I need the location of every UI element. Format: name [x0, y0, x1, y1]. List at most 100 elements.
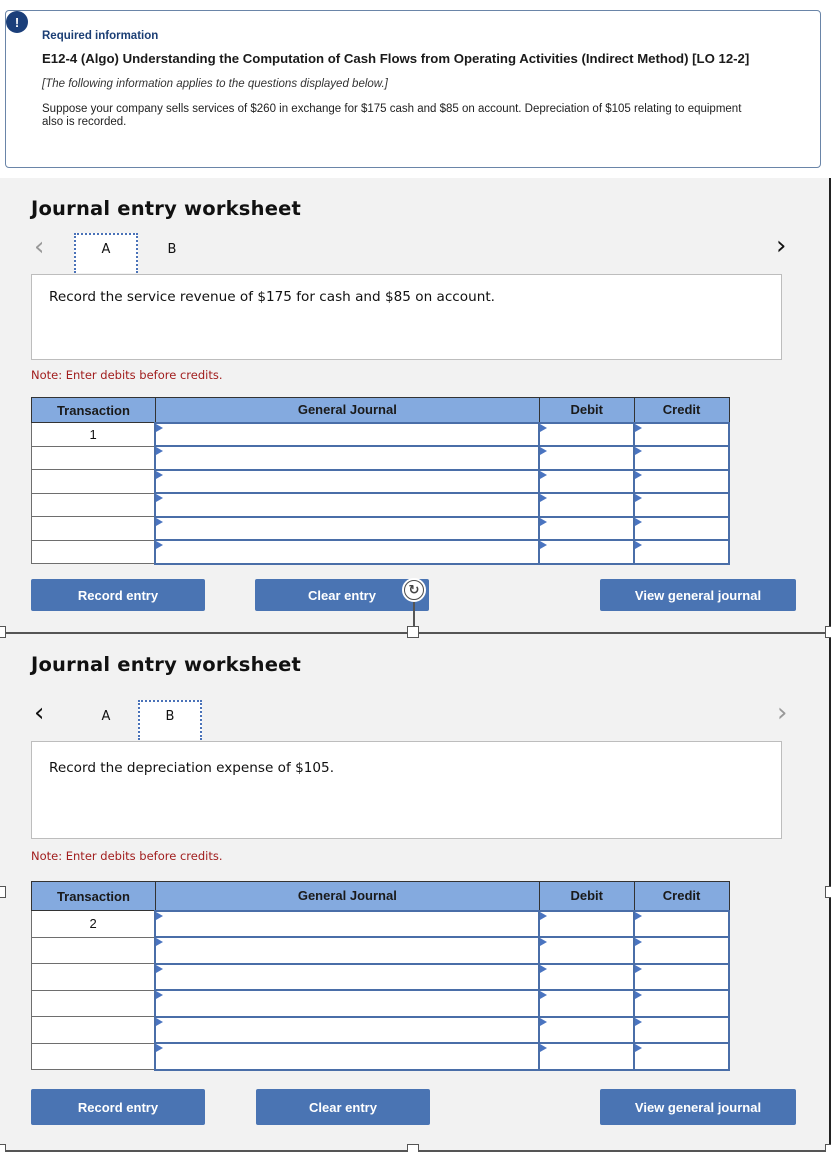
general-journal-input[interactable]: [154, 492, 541, 518]
transaction-cell: 2: [31, 910, 156, 938]
debit-input[interactable]: [538, 1015, 636, 1044]
credit-input[interactable]: [633, 539, 730, 565]
table-row: [31, 492, 730, 518]
general-journal-input[interactable]: [154, 1015, 541, 1044]
general-journal-input[interactable]: [154, 468, 541, 494]
general-journal-input[interactable]: [154, 539, 541, 565]
resize-handle-top-center[interactable]: [407, 626, 419, 638]
transaction-cell: [31, 936, 156, 964]
col-transaction: Transaction: [31, 397, 156, 423]
col-credit: Credit: [633, 881, 730, 911]
resize-handle-bottom-left[interactable]: [0, 1144, 6, 1152]
debit-input[interactable]: [538, 1042, 636, 1071]
general-journal-input[interactable]: [154, 989, 541, 1018]
resize-handle-bottom-center[interactable]: [407, 1144, 419, 1152]
debit-input[interactable]: [538, 468, 636, 494]
col-transaction: Transaction: [31, 881, 156, 911]
resize-handle-top-left[interactable]: [0, 626, 6, 638]
question-title: E12-4 (Algo) Understanding the Computati…: [42, 51, 750, 66]
debit-input[interactable]: [538, 936, 636, 965]
transaction-cell: [31, 516, 156, 541]
entry-prompt: Record the service revenue of $175 for c…: [31, 274, 782, 360]
transaction-cell: [31, 1016, 156, 1044]
resize-handle-middle-right[interactable]: [825, 886, 831, 898]
general-journal-input[interactable]: [154, 445, 541, 471]
tab-b[interactable]: B: [138, 700, 202, 740]
tab-a[interactable]: A: [74, 233, 138, 273]
debit-input[interactable]: [538, 962, 636, 991]
credit-input[interactable]: [633, 962, 730, 991]
transaction-cell: 1: [31, 422, 156, 447]
general-journal-input[interactable]: [154, 909, 541, 938]
required-info-label: Required information: [42, 30, 159, 42]
credit-input[interactable]: [633, 989, 730, 1018]
credit-input[interactable]: [633, 1042, 730, 1071]
credit-input[interactable]: [633, 936, 730, 965]
record-entry-button[interactable]: Record entry: [31, 1089, 205, 1125]
question-body: Suppose your company sells services of $…: [42, 103, 742, 128]
prompt-text: Record the depreciation expense of $105.: [49, 760, 335, 776]
transaction-cell: [31, 469, 156, 494]
view-general-journal-button[interactable]: View general journal: [600, 1089, 796, 1125]
general-journal-input[interactable]: [154, 421, 541, 447]
transaction-cell: [31, 539, 156, 564]
table-row: [31, 962, 730, 991]
record-entry-button[interactable]: Record entry: [31, 579, 205, 611]
journal-worksheet-b: Journal entry worksheet ‹ A B › Record t…: [0, 632, 831, 1152]
table-row: [31, 936, 730, 965]
credit-input[interactable]: [633, 445, 730, 471]
required-information-card: ! Required information E12-4 (Algo) Unde…: [5, 10, 821, 168]
journal-worksheet-a: Journal entry worksheet ‹ A B › Record t…: [0, 178, 831, 632]
debit-input[interactable]: [538, 515, 636, 541]
tab-a[interactable]: A: [74, 702, 138, 744]
debit-input[interactable]: [538, 421, 636, 447]
tab-a-label: A: [101, 242, 111, 257]
credit-input[interactable]: [633, 1015, 730, 1044]
view-general-journal-button[interactable]: View general journal: [600, 579, 796, 611]
debit-input[interactable]: [538, 445, 636, 471]
debit-input[interactable]: [538, 989, 636, 1018]
general-journal-input[interactable]: [154, 936, 541, 965]
credit-input[interactable]: [633, 468, 730, 494]
question-instruction: [The following information applies to th…: [42, 78, 388, 90]
credit-input[interactable]: [633, 909, 730, 938]
credit-input[interactable]: [633, 515, 730, 541]
debit-input[interactable]: [538, 492, 636, 518]
next-arrow-icon[interactable]: ›: [776, 233, 786, 259]
journal-table: Transaction General Journal Debit Credit…: [31, 397, 730, 565]
tab-b-label: B: [167, 242, 177, 257]
next-arrow-icon[interactable]: ›: [777, 700, 787, 726]
resize-handle-top-right[interactable]: [825, 626, 831, 638]
table-row: [31, 989, 730, 1018]
debits-note: Note: Enter debits before credits.: [31, 368, 223, 382]
credit-input[interactable]: [633, 492, 730, 518]
general-journal-input[interactable]: [154, 515, 541, 541]
debit-input[interactable]: [538, 539, 636, 565]
transaction-cell: [31, 963, 156, 991]
prev-arrow-icon[interactable]: ‹: [34, 700, 44, 726]
prev-arrow-icon[interactable]: ‹: [34, 234, 44, 260]
credit-input[interactable]: [633, 421, 730, 447]
col-general-journal: General Journal: [154, 881, 540, 911]
resize-handle-bottom-right[interactable]: [825, 1144, 831, 1152]
journal-table: Transaction General Journal Debit Credit…: [31, 881, 730, 1071]
table-row: [31, 468, 730, 494]
tab-b[interactable]: B: [140, 235, 204, 277]
transaction-cell: [31, 1042, 156, 1070]
general-journal-input[interactable]: [154, 962, 541, 991]
col-general-journal: General Journal: [154, 397, 540, 423]
table-row: 1: [31, 421, 730, 447]
tab-b-label: B: [165, 709, 175, 724]
worksheet-title: Journal entry worksheet: [31, 197, 302, 220]
worksheet-title: Journal entry worksheet: [31, 653, 302, 676]
prompt-text: Record the service revenue of $175 for c…: [49, 289, 495, 305]
table-row: 2: [31, 909, 730, 938]
clear-entry-button[interactable]: Clear entry: [256, 1089, 430, 1125]
col-debit: Debit: [538, 881, 635, 911]
table-row: [31, 539, 730, 565]
rotate-handle[interactable]: ↻: [402, 578, 426, 602]
debit-input[interactable]: [538, 909, 636, 938]
general-journal-input[interactable]: [154, 1042, 541, 1071]
resize-handle-middle-left[interactable]: [0, 886, 6, 898]
alert-icon: !: [6, 11, 28, 33]
